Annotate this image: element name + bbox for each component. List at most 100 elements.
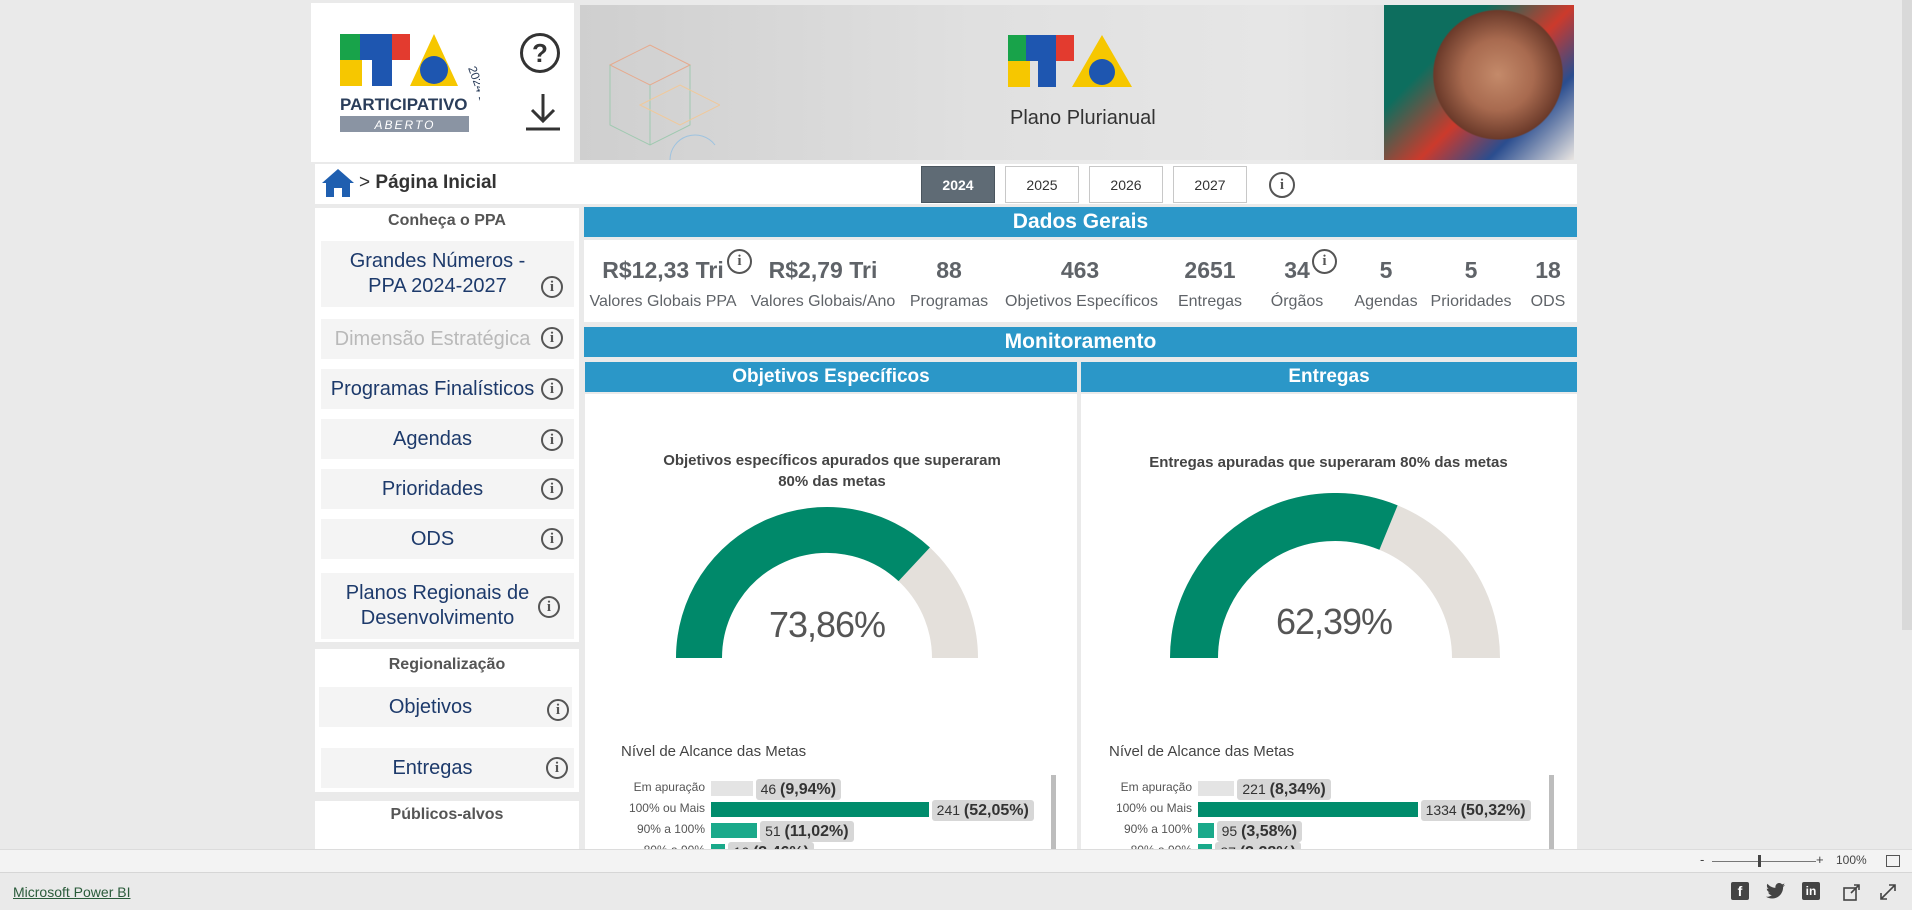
bar-count: 51: [765, 823, 785, 839]
bar-category-label: 100% ou Mais: [1115, 801, 1192, 815]
zoom-level: 100%: [1836, 853, 1867, 867]
hands-photo: [1384, 5, 1574, 160]
kpi-agendas: 5 Agendas: [1348, 255, 1424, 311]
sidebar-item-ods[interactable]: ODS: [321, 519, 574, 559]
bar-count: 221: [1242, 781, 1270, 797]
kpi-label: Objetivos Específicos: [1005, 293, 1158, 310]
kpi-value: R$12,33 Tri: [602, 257, 724, 283]
bars-title: Nível de Alcance das Metas: [621, 743, 807, 760]
sidebar-item-label: Objetivos: [388, 695, 473, 718]
bar-count: 1334: [1425, 802, 1461, 818]
bar[interactable]: [1198, 823, 1214, 838]
info-icon[interactable]: i: [1312, 249, 1337, 274]
sidebar-item-label: Grandes Números - PPA 2024-2027: [349, 250, 526, 297]
bar-data-label: 221 (8,34%): [1237, 779, 1331, 800]
bar[interactable]: [1198, 802, 1418, 817]
dados-gerais-header: Dados Gerais: [584, 207, 1577, 237]
entregas-header: Entregas: [1081, 362, 1577, 392]
bar-count: 46: [760, 781, 781, 797]
sidebar-item-dimensao-estrategica[interactable]: Dimensão Estratégica: [321, 319, 574, 359]
page-scrollbar[interactable]: [1902, 0, 1912, 630]
info-icon[interactable]: i: [538, 596, 560, 618]
info-icon[interactable]: i: [541, 528, 563, 550]
gauge-title-line1: Objetivos específicos apurados que super…: [663, 452, 1001, 469]
kpi-label: Prioridades: [1430, 293, 1512, 310]
info-icon[interactable]: i: [547, 699, 569, 721]
info-icon[interactable]: i: [541, 478, 563, 500]
bar-count: 241: [936, 802, 964, 818]
info-icon[interactable]: i: [541, 429, 563, 451]
zoom-minus[interactable]: -: [1700, 852, 1704, 867]
sidebar-item-agendas[interactable]: Agendas: [321, 419, 574, 459]
expand-icon[interactable]: [1879, 883, 1897, 901]
share-icon[interactable]: [1843, 883, 1861, 901]
year-tab-2024[interactable]: 2024: [921, 166, 995, 203]
bar[interactable]: [711, 781, 753, 796]
scrollbar[interactable]: [1051, 775, 1056, 849]
sidebar-section-title: Conheça o PPA: [388, 212, 506, 229]
zoom-bar: [0, 849, 1912, 872]
kpi-valores-globais: R$12,33 Tri Valores Globais PPA: [588, 255, 738, 311]
scrollbar[interactable]: [1549, 775, 1554, 849]
linkedin-icon[interactable]: in: [1802, 882, 1820, 900]
year-tab-2025[interactable]: 2025: [1005, 166, 1079, 203]
power-bi-link[interactable]: Microsoft Power BI: [13, 884, 130, 900]
bar-percent: (8,34%): [1269, 781, 1326, 798]
bar-percent: (3,58%): [1241, 823, 1298, 840]
kpi-ods: 18 ODS: [1522, 255, 1574, 311]
kpi-label: Agendas: [1354, 293, 1418, 310]
kpi-value: 5: [1379, 257, 1393, 283]
bar-data-label: 46 (9,94%): [755, 779, 842, 800]
bar-category-label: 100% ou Mais: [628, 801, 705, 815]
sidebar-item-label: Dimensão Estratégica: [334, 327, 531, 350]
year-tab-2027[interactable]: 2027: [1173, 166, 1247, 203]
sidebar-item-objetivos[interactable]: Objetivos: [319, 687, 572, 727]
zoom-slider[interactable]: [1712, 861, 1816, 862]
breadcrumb: > Página Inicial: [359, 172, 497, 194]
gauge-title-line2: 80% das metas: [778, 473, 886, 490]
twitter-icon[interactable]: [1766, 883, 1786, 899]
sidebar-item-prioridades[interactable]: Prioridades: [321, 469, 574, 509]
logo-text-aberto: ABERTO: [374, 118, 436, 132]
fit-page-icon[interactable]: [1886, 855, 1900, 867]
zoom-slider-handle[interactable]: [1758, 855, 1761, 867]
bar-data-label: 51 (11,02%): [760, 821, 854, 842]
bar-category-label: Em apuração: [633, 780, 705, 794]
breadcrumb-current-page: Página Inicial: [375, 172, 497, 193]
bar[interactable]: [711, 823, 758, 838]
sidebar-item-entregas[interactable]: Entregas: [321, 748, 574, 788]
bar[interactable]: [711, 802, 929, 817]
facebook-icon[interactable]: f: [1731, 882, 1749, 900]
kpi-objetivos-especificos: 463 Objetivos Específicos: [1005, 255, 1158, 311]
download-icon[interactable]: [524, 92, 562, 132]
bar-data-label: 1334 (50,32%): [1420, 800, 1531, 821]
logo-text-participativo: PARTICIPATIVO: [340, 95, 468, 114]
gauge-value: 73,86%: [768, 604, 886, 645]
info-icon[interactable]: i: [541, 276, 563, 298]
sidebar-item-grandes-numeros[interactable]: Grandes Números - PPA 2024-2027: [321, 241, 574, 307]
gauge-title: Entregas apuradas que superaram 80% das …: [1149, 454, 1508, 471]
sidebar-item-planos-regionais[interactable]: Planos Regionais de Desenvolvimento: [321, 573, 574, 639]
footer-bar: [0, 872, 1912, 910]
info-icon[interactable]: i: [546, 757, 568, 779]
objetivos-especificos-header: Objetivos Específicos: [585, 362, 1077, 392]
info-icon[interactable]: i: [541, 378, 563, 400]
monitoramento-header: Monitoramento: [584, 327, 1577, 357]
sidebar-item-programas-finalisticos[interactable]: Programas Finalísticos: [321, 369, 574, 409]
sidebar-section-title: Regionalização: [388, 656, 506, 673]
bar-count: 95: [1221, 823, 1242, 839]
home-icon[interactable]: [321, 168, 355, 198]
help-icon[interactable]: ?: [520, 33, 560, 73]
zoom-plus[interactable]: +: [1816, 852, 1824, 867]
year-tab-2026[interactable]: 2026: [1089, 166, 1163, 203]
bar[interactable]: [1198, 781, 1235, 796]
bar-category-label: 90% a 100%: [636, 822, 705, 836]
kpi-entregas: 2651 Entregas: [1160, 255, 1260, 311]
info-icon[interactable]: i: [541, 327, 563, 349]
bars-title: Nível de Alcance das Metas: [1109, 743, 1295, 760]
kpi-label: Órgãos: [1270, 293, 1324, 310]
sidebar-item-label: Programas Finalísticos: [330, 377, 535, 400]
kpi-prioridades: 5 Prioridades: [1425, 255, 1517, 311]
sidebar-item-label: Entregas: [392, 756, 473, 779]
years-info-icon[interactable]: i: [1269, 172, 1295, 198]
